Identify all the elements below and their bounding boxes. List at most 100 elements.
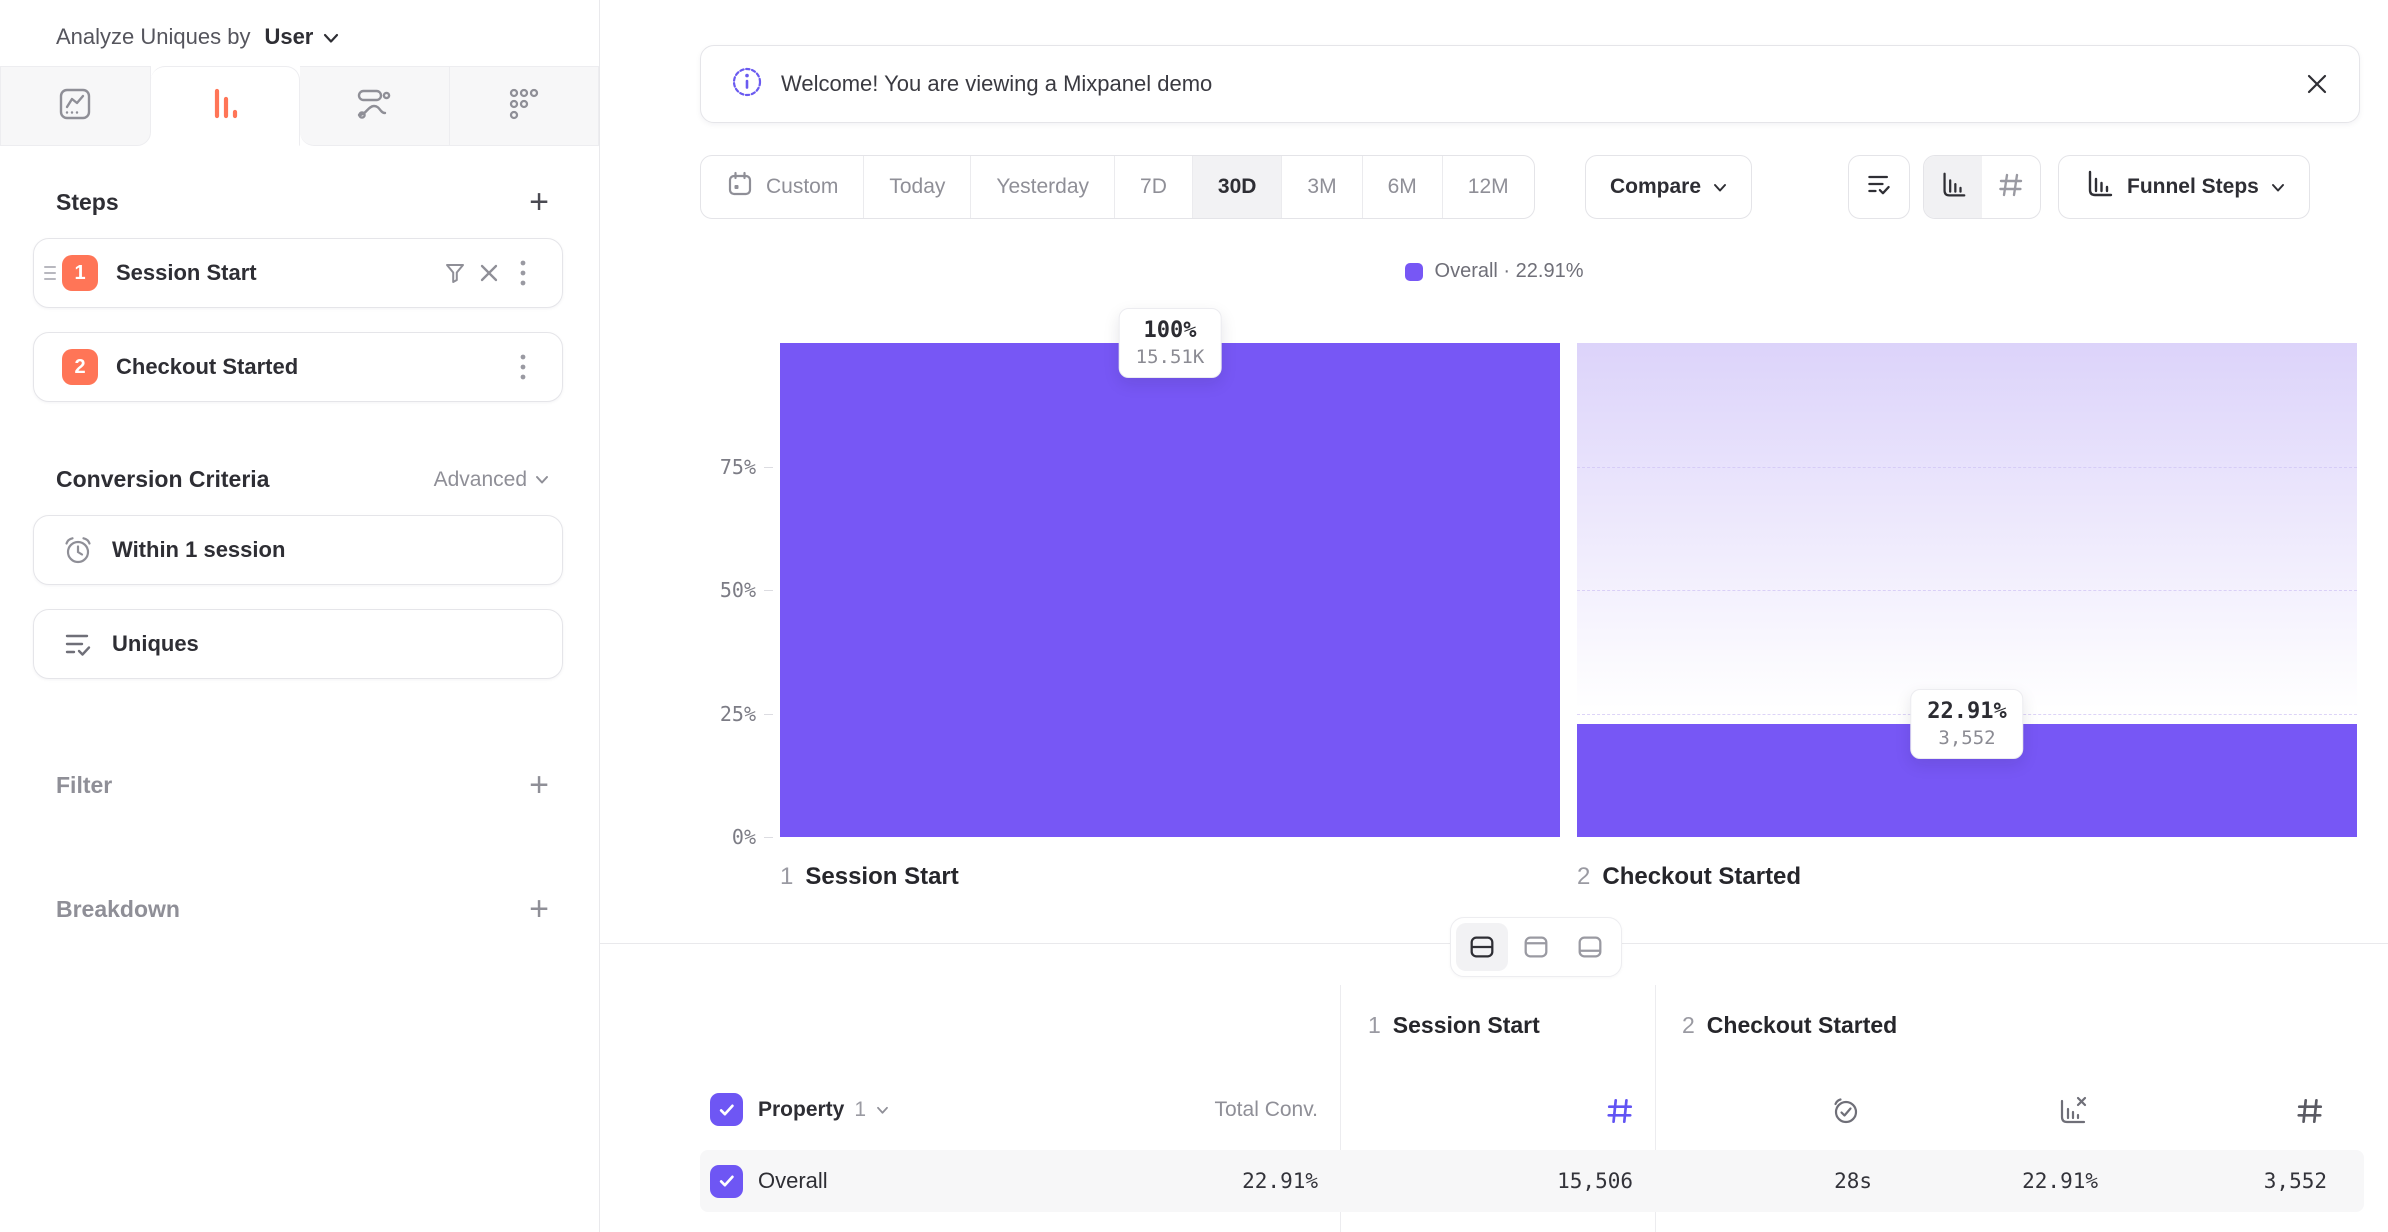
bar-step1[interactable] — [780, 343, 1560, 837]
date-option-6m[interactable]: 6M — [1363, 156, 1443, 218]
y-tick-mark — [764, 714, 773, 715]
step-card-1[interactable]: 1 Session Start — [33, 238, 563, 308]
step-event-label[interactable]: Checkout Started — [116, 354, 298, 380]
bar-step2-lost[interactable] — [1577, 343, 2357, 724]
tooltip-count: 3,552 — [1927, 727, 2006, 749]
step-more-options-icon[interactable] — [506, 256, 540, 290]
info-icon — [731, 66, 763, 103]
row-checkbox[interactable] — [710, 1165, 743, 1198]
metrics-list-button[interactable] — [1848, 155, 1910, 219]
step-number-badge: 2 — [62, 349, 98, 385]
row-step2-conv-rate: 22.91% — [1878, 1150, 2098, 1212]
filter-step-icon[interactable] — [438, 256, 472, 290]
panel-layout-toggle — [1450, 917, 1622, 977]
number-view-toggle[interactable] — [1982, 156, 2040, 218]
date-option-30d[interactable]: 30D — [1193, 156, 1283, 218]
mixpanel-funnel-app: Analyze Uniques by User — [0, 0, 2388, 1232]
date-option-custom[interactable]: Custom — [701, 156, 864, 218]
y-tick-mark — [764, 590, 773, 591]
tab-funnels[interactable] — [151, 66, 301, 146]
calendar-icon — [726, 170, 754, 204]
funnel-steps-dropdown[interactable]: Funnel Steps — [2058, 155, 2310, 219]
steps-section-head: Steps + — [56, 188, 549, 216]
y-tick-label: 50% — [700, 578, 756, 602]
property-dropdown[interactable]: Property 1 — [758, 1085, 889, 1135]
gridline — [1577, 467, 2357, 468]
analyze-value[interactable]: User — [264, 24, 313, 50]
date-option-today[interactable]: Today — [864, 156, 971, 218]
steps-title: Steps — [56, 189, 119, 216]
tooltip-pct: 22.91% — [1927, 699, 2006, 724]
analyze-uniques-row: Analyze Uniques by User — [0, 0, 599, 50]
y-tick-label: 75% — [700, 455, 756, 479]
step-event-label[interactable]: Session Start — [116, 260, 257, 286]
row-checkbox-cell — [710, 1150, 743, 1212]
query-sidebar: Analyze Uniques by User — [0, 0, 600, 1232]
retention-icon — [504, 84, 544, 129]
tooltip-count: 15.51K — [1136, 346, 1205, 368]
avg-time-metric-icon[interactable] — [1826, 1091, 1866, 1131]
add-filter-button[interactable]: + — [529, 771, 549, 799]
advanced-dropdown[interactable]: Advanced — [434, 468, 549, 492]
chevron-down-icon[interactable] — [323, 24, 339, 50]
row-step1-count: 15,506 — [1413, 1150, 1633, 1212]
y-tick-mark — [764, 467, 773, 468]
chart-legend[interactable]: Overall · 22.91% — [600, 260, 2388, 283]
filter-title: Filter — [56, 772, 112, 799]
table-step1-header: 1 Session Start — [1368, 1012, 1540, 1039]
counting-method-label: Uniques — [112, 631, 199, 657]
list-check-icon — [62, 628, 94, 660]
date-option-12m[interactable]: 12M — [1443, 156, 1534, 218]
total-conv-header[interactable]: Total Conv. — [1080, 1085, 1318, 1135]
tab-insights[interactable] — [0, 66, 151, 146]
remove-step-icon[interactable] — [472, 256, 506, 290]
date-option-3m[interactable]: 3M — [1282, 156, 1362, 218]
table-step2-header: 2 Checkout Started — [1682, 1012, 1897, 1039]
date-option-yesterday[interactable]: Yesterday — [971, 156, 1115, 218]
step-card-2[interactable]: 2 Checkout Started — [33, 332, 563, 402]
tooltip-step1: 100% 15.51K — [1119, 308, 1222, 378]
counting-method-card[interactable]: Uniques — [33, 609, 563, 679]
conversion-window-card[interactable]: Within 1 session — [33, 515, 563, 585]
compare-button[interactable]: Compare — [1585, 155, 1752, 219]
row-total-conv: 22.91% — [1098, 1150, 1318, 1212]
row-step2-count: 3,552 — [2107, 1150, 2327, 1212]
step2-count-metric-icon[interactable] — [2290, 1091, 2330, 1131]
close-icon[interactable] — [2305, 72, 2329, 96]
table-layout-toggle[interactable] — [1564, 923, 1616, 971]
step1-count-metric-icon[interactable] — [1600, 1091, 1640, 1131]
demo-banner: Welcome! You are viewing a Mixpanel demo — [700, 45, 2360, 123]
drag-handle-icon[interactable] — [44, 266, 56, 280]
value-display-toggle — [1923, 155, 2041, 219]
y-axis: 75%50%25%0% — [700, 343, 780, 837]
report-tabs — [0, 66, 599, 146]
gridline — [1577, 590, 2357, 591]
bar-chart-view-toggle[interactable] — [1924, 156, 1982, 218]
list-check-icon — [1865, 170, 1893, 204]
date-range-picker: Custom Today Yesterday 7D 30D 3M 6M 12M — [700, 155, 1535, 219]
alarm-clock-icon — [62, 534, 94, 566]
select-all-checkbox[interactable] — [710, 1093, 743, 1126]
legend-text: Overall · 22.91% — [1435, 260, 1584, 283]
split-layout-toggle[interactable] — [1456, 923, 1508, 971]
conv-rate-metric-icon[interactable] — [2052, 1091, 2092, 1131]
bar-chart-icon — [1938, 170, 1968, 205]
tab-flows[interactable] — [300, 66, 450, 146]
date-option-7d[interactable]: 7D — [1115, 156, 1193, 218]
chevron-down-icon — [2271, 175, 2285, 199]
report-canvas: Welcome! You are viewing a Mixpanel demo… — [600, 0, 2388, 1232]
conversion-criteria-head: Conversion Criteria Advanced — [56, 466, 549, 493]
chart-layout-toggle[interactable] — [1510, 923, 1562, 971]
breakdown-title: Breakdown — [56, 896, 180, 923]
conversion-window-label: Within 1 session — [112, 537, 285, 563]
y-tick-mark — [764, 837, 773, 838]
tab-retention[interactable] — [450, 66, 600, 146]
legend-swatch — [1405, 263, 1423, 281]
funnels-icon — [205, 84, 245, 129]
funnel-chart-icon — [2083, 168, 2115, 206]
step-more-options-icon[interactable] — [506, 350, 540, 384]
filter-section-head: Filter + — [56, 771, 549, 799]
add-breakdown-button[interactable]: + — [529, 895, 549, 923]
add-step-button[interactable]: + — [529, 188, 549, 216]
insights-icon — [55, 84, 95, 129]
